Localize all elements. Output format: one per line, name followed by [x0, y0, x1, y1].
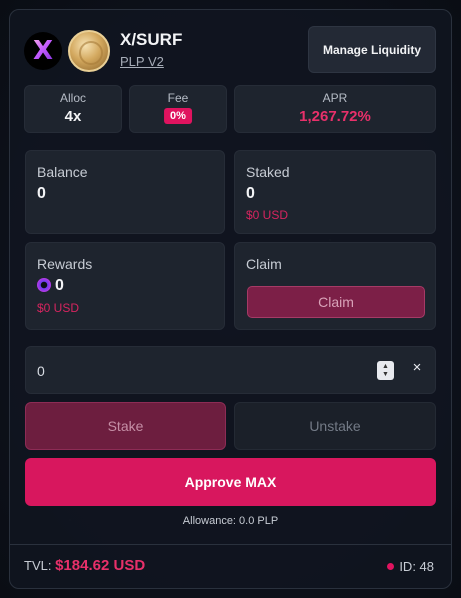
fee-badge: 0% [164, 108, 192, 124]
pool-id-text: ID: 48 [399, 559, 434, 574]
apr-label: APR [322, 91, 348, 105]
surf-token-icon [68, 30, 110, 72]
claim-label: Claim [246, 256, 282, 272]
pool-id: ID: 48 [387, 559, 434, 574]
balance-tile: Balance 0 [25, 150, 225, 234]
tvl-display: TVL: $184.62 USD [24, 557, 145, 574]
status-dot-icon [387, 563, 395, 570]
apr-stat: APR 1,267.72% [234, 85, 436, 133]
x-token-icon: X [24, 32, 62, 70]
alloc-label: Alloc [59, 91, 86, 105]
fee-stat: Fee 0% [129, 85, 227, 133]
clear-icon[interactable]: × [407, 359, 427, 381]
stepper-up-icon[interactable]: ▲ [382, 363, 389, 371]
alloc-stat: Alloc 4x [24, 85, 122, 133]
unstake-button[interactable]: Unstake [234, 402, 436, 450]
manage-liquidity-button[interactable]: Manage Liquidity [308, 26, 436, 73]
alloc-value: 4x [64, 108, 82, 125]
rewards-tile: Rewards 0 $0 USD [25, 242, 225, 330]
stake-button[interactable]: Stake [25, 402, 226, 450]
amount-field: ▲ ▼ × [25, 346, 436, 394]
rewards-label: Rewards [37, 256, 93, 272]
staked-label: Staked [246, 164, 290, 180]
fee-label: Fee [167, 91, 189, 105]
staked-tile: Staked 0 $0 USD [234, 150, 436, 234]
claim-button[interactable]: Claim [247, 286, 425, 318]
pair-version-link[interactable]: PLP V2 [120, 54, 164, 69]
balance-label: Balance [37, 164, 88, 180]
claim-tile: Claim Claim [234, 242, 436, 330]
amount-input[interactable] [37, 361, 357, 381]
farm-card: X X/SURF PLP V2 Manage Liquidity Alloc 4… [9, 9, 452, 589]
staked-usd: $0 USD [246, 208, 289, 222]
staked-value: 0 [246, 185, 255, 202]
approve-max-button[interactable]: Approve MAX [25, 458, 436, 506]
footer-divider [10, 544, 451, 545]
rewards-value: 0 [55, 277, 64, 294]
balance-value: 0 [37, 185, 46, 202]
allowance-text: Allowance: 0.0 PLP [182, 515, 279, 527]
apr-value: 1,267.72% [299, 108, 371, 125]
stepper-down-icon[interactable]: ▼ [382, 371, 389, 379]
tvl-value: $184.62 USD [55, 557, 146, 574]
pair-title: X/SURF [120, 30, 183, 49]
card-header: X X/SURF PLP V2 Manage Liquidity [24, 26, 439, 74]
reward-token-icon [37, 278, 51, 292]
amount-stepper[interactable]: ▲ ▼ [377, 361, 394, 380]
rewards-usd: $0 USD [37, 301, 80, 315]
rewards-amount: 0 [37, 277, 64, 295]
tvl-label: TVL: [24, 558, 52, 573]
